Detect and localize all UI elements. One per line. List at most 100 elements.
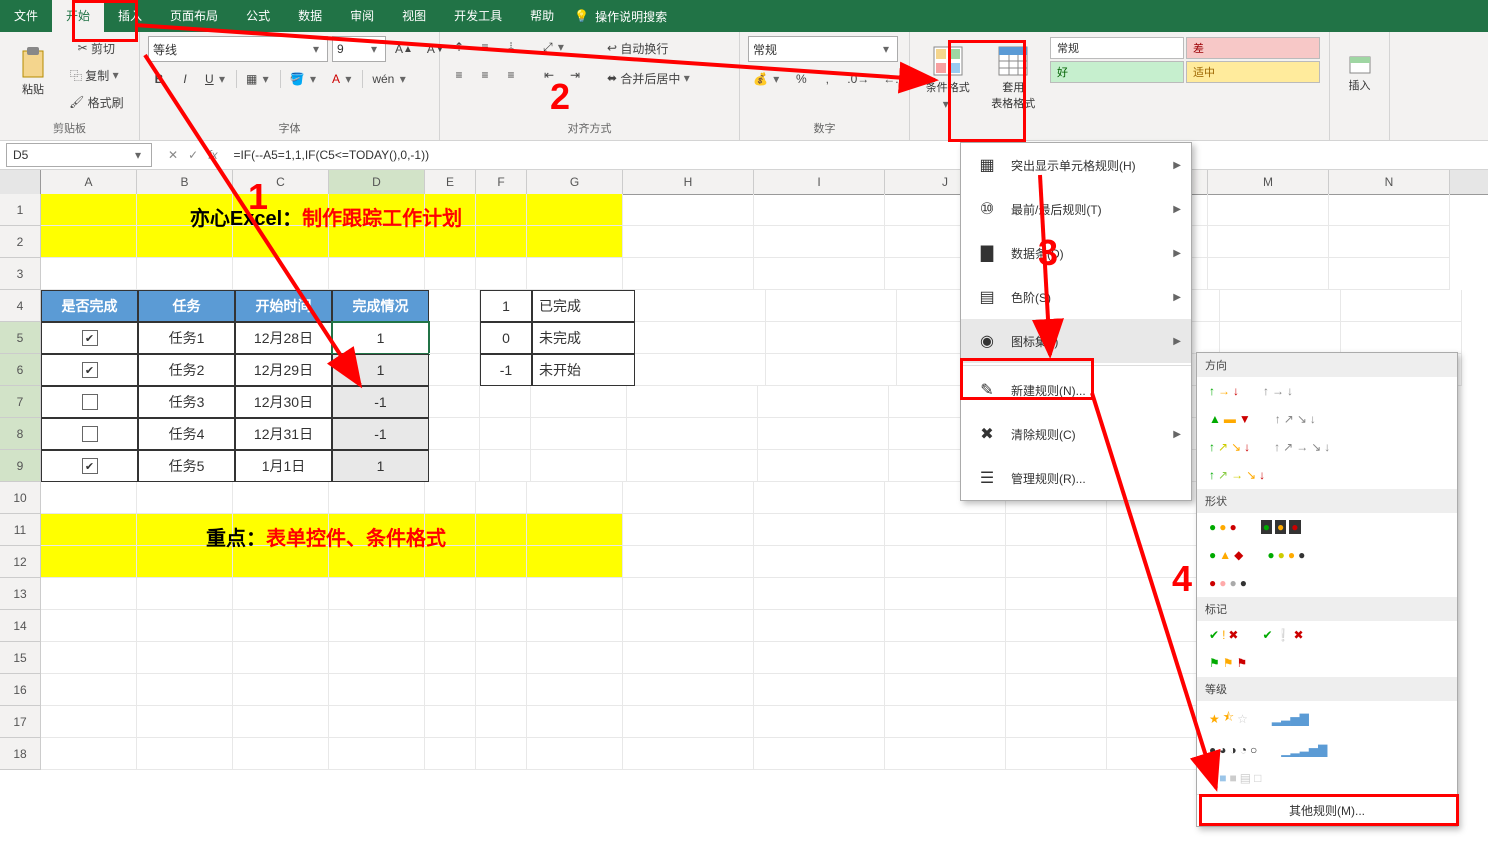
cell[interactable] [329,610,425,642]
cell[interactable] [1208,194,1329,226]
cell[interactable]: ✔ [41,354,138,386]
cell[interactable]: 1月1日 [235,450,332,482]
cell[interactable] [41,482,137,514]
cell[interactable] [623,578,754,610]
align-center-button[interactable]: ≡ [474,64,496,86]
cell[interactable] [41,738,137,770]
tab-insert[interactable]: 插入 [104,0,156,32]
cell[interactable] [137,706,233,738]
cell[interactable] [754,482,885,514]
cell[interactable]: 12月30日 [235,386,332,418]
cell[interactable] [1006,578,1107,610]
row-header[interactable]: 18 [0,738,41,770]
cell[interactable] [754,674,885,706]
row-header[interactable]: 1 [0,194,41,226]
format-painter-button[interactable]: 🖌 格式刷 [64,90,129,114]
decrease-decimal-button[interactable]: ←.0 [878,68,910,90]
cell[interactable] [1107,514,1208,546]
cell[interactable] [627,386,758,418]
cell[interactable] [527,674,623,706]
cell[interactable] [137,610,233,642]
cell[interactable] [476,578,527,610]
col-header-F[interactable]: F [476,170,527,194]
iconset-4arrows-gray[interactable]: ↑↗↘↓ [1273,410,1318,428]
orientation-button[interactable]: ⤢ ▾ [538,36,571,58]
cell[interactable]: 任务2 [138,354,235,386]
cell[interactable] [623,194,754,226]
checkbox[interactable]: ✔ [82,362,98,378]
iconset-3signs[interactable]: ●▲◆ [1207,546,1245,564]
cell[interactable]: 已完成 [532,290,635,322]
row-header[interactable]: 15 [0,642,41,674]
tab-view[interactable]: 视图 [388,0,440,32]
cell[interactable] [623,482,754,514]
cell[interactable] [137,674,233,706]
row-header[interactable]: 3 [0,258,41,290]
cell[interactable] [1107,706,1208,738]
underline-button[interactable]: U ▾ [200,68,232,90]
tab-data[interactable]: 数据 [284,0,336,32]
align-left-button[interactable]: ≡ [448,64,470,86]
cell[interactable] [1006,610,1107,642]
cell[interactable] [425,706,476,738]
cell[interactable]: 1 [480,290,532,322]
cell[interactable] [137,482,233,514]
iconset-4arrows-colored[interactable]: ↑↗↘↓ [1207,438,1252,456]
iconset-3symbols[interactable]: ✔❕✖ [1260,626,1305,644]
copy-button[interactable]: ⿻ 复制 ▾ [64,63,129,87]
tab-layout[interactable]: 页面布局 [156,0,232,32]
iconset-3arrows-gray[interactable]: ↑→↓ [1261,382,1295,400]
checkbox[interactable] [82,394,98,410]
cell[interactable] [476,674,527,706]
cell[interactable] [885,610,1006,642]
cell[interactable]: 未完成 [532,322,635,354]
cell[interactable] [623,610,754,642]
cell[interactable]: 12月31日 [235,418,332,450]
iconset-5quarters[interactable]: ●◕◑◔○ [1207,741,1259,759]
iconset-3symbols-circled[interactable]: ✔!✖ [1207,626,1240,644]
cf-menu-item[interactable]: ▇数据条(D)▶ [961,231,1191,275]
cell[interactable] [476,738,527,770]
cell[interactable] [531,418,627,450]
cell-style-good[interactable]: 好 [1050,61,1184,83]
align-middle-button[interactable]: ≡ [474,36,496,58]
tab-help[interactable]: 帮助 [516,0,568,32]
col-header-G[interactable]: G [527,170,623,194]
cell[interactable] [429,290,480,322]
iconset-3stars[interactable]: ★⯪☆ [1207,706,1250,731]
cell[interactable] [1208,226,1329,258]
increase-decimal-button[interactable]: .0→ [842,68,874,90]
cell[interactable] [1006,546,1107,578]
cell[interactable] [531,386,627,418]
checkbox[interactable]: ✔ [82,458,98,474]
row-header[interactable]: 16 [0,674,41,706]
cell[interactable] [766,322,897,354]
border-button[interactable]: ▦ ▾ [241,68,276,90]
cell[interactable] [527,706,623,738]
cell[interactable] [476,482,527,514]
cell[interactable] [329,674,425,706]
insert-cells-button[interactable]: 插入 [1338,36,1381,108]
cell[interactable] [1107,674,1208,706]
cell[interactable] [623,674,754,706]
cell[interactable] [1107,642,1208,674]
cell[interactable]: 12月28日 [235,322,332,354]
cell[interactable] [480,418,531,450]
cf-menu-item[interactable]: ▤色阶(S)▶ [961,275,1191,319]
cell[interactable]: 任务4 [138,418,235,450]
cell[interactable] [754,226,885,258]
cell[interactable] [885,706,1006,738]
tab-formula[interactable]: 公式 [232,0,284,32]
cell[interactable] [425,738,476,770]
cell[interactable] [527,642,623,674]
cell[interactable] [1220,290,1341,322]
cell[interactable] [623,706,754,738]
cell[interactable] [429,450,480,482]
row-header[interactable]: 14 [0,610,41,642]
cell[interactable]: ✔ [41,450,138,482]
cell[interactable] [754,642,885,674]
cell[interactable] [425,258,476,290]
name-box[interactable]: D5▾ [6,143,152,167]
cell[interactable] [1329,258,1450,290]
cell[interactable] [754,194,885,226]
